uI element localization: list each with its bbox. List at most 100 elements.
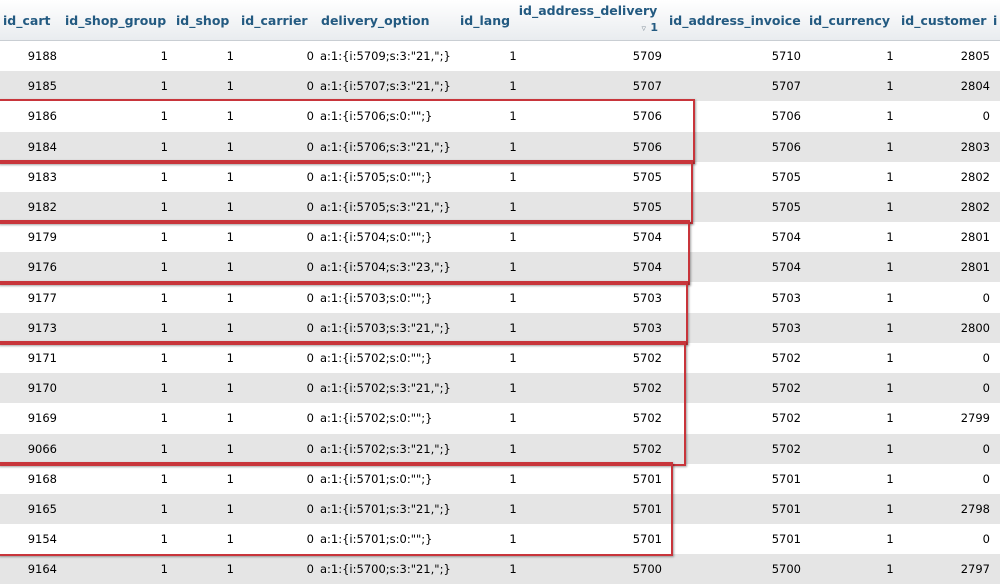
cell-id-address-invoice: 5702 bbox=[771, 351, 801, 365]
cell-id-carrier: 0 bbox=[306, 49, 314, 63]
cell-id-currency: 1 bbox=[886, 381, 894, 396]
cell-id-cart: 9188 bbox=[27, 49, 57, 63]
cell-id-currency: 1 bbox=[886, 441, 894, 456]
cell-id-customer: 2803 bbox=[960, 139, 990, 154]
cell-id-address-invoice: 5703 bbox=[771, 320, 801, 335]
sort-order-number: 1 bbox=[650, 21, 658, 34]
cell-id-address-invoice: 5702 bbox=[771, 381, 801, 396]
cell-id-address-invoice: 5704 bbox=[771, 260, 801, 275]
cell-id-customer: 0 bbox=[982, 471, 990, 486]
cell-id-customer: 0 bbox=[982, 109, 990, 124]
cell-id-address-invoice: 5701 bbox=[771, 502, 801, 516]
cell-id-address-invoice: 5705 bbox=[771, 200, 801, 214]
cell-id-currency: 1 bbox=[886, 532, 894, 547]
cell-id-lang: 1 bbox=[509, 49, 517, 63]
cell-id-customer: 2805 bbox=[960, 49, 990, 63]
cell-id-shop-group: 1 bbox=[160, 562, 168, 577]
cell-id-customer: 0 bbox=[982, 290, 990, 305]
cell-id-carrier: 0 bbox=[306, 79, 314, 94]
cell-id-currency: 1 bbox=[886, 471, 894, 486]
cell-id-address-invoice: 5710 bbox=[771, 49, 801, 63]
cell-id-cart: 9164 bbox=[27, 562, 57, 577]
cell-id-currency: 1 bbox=[886, 351, 894, 365]
cell-id-currency: 1 bbox=[886, 411, 894, 426]
column-header-id-shop-group[interactable]: id_shop_group bbox=[65, 0, 166, 40]
cell-id-address-invoice: 5703 bbox=[771, 290, 801, 305]
cell-id-customer: 2797 bbox=[960, 562, 990, 577]
highlight-box bbox=[0, 159, 693, 225]
cell-id-currency: 1 bbox=[886, 109, 894, 124]
cell-id-address-invoice: 5705 bbox=[771, 169, 801, 184]
cell-id-shop: 1 bbox=[226, 79, 234, 94]
cell-id-currency: 1 bbox=[886, 169, 894, 184]
cell-id-customer: 0 bbox=[982, 351, 990, 365]
cell-id-address-invoice: 5702 bbox=[771, 411, 801, 426]
table-header: id_cart id_shop_group id_shop id_carrier… bbox=[0, 0, 1000, 41]
column-header-next[interactable]: i bbox=[993, 0, 1000, 40]
cell-id-lang: 1 bbox=[509, 79, 517, 94]
cell-id-currency: 1 bbox=[886, 49, 894, 63]
cell-id-address-delivery: 5709 bbox=[632, 49, 662, 63]
cell-id-shop-group: 1 bbox=[160, 79, 168, 94]
column-header-id-cart[interactable]: id_cart bbox=[3, 0, 53, 40]
cell-id-currency: 1 bbox=[886, 320, 894, 335]
cell-id-customer: 2798 bbox=[960, 502, 990, 516]
column-header-id-carrier[interactable]: id_carrier bbox=[241, 0, 311, 40]
cell-id-address-delivery: 5707 bbox=[632, 79, 662, 94]
column-header-id-address-delivery[interactable]: id_address_delivery ▿ 1 bbox=[518, 0, 658, 40]
cell-id-lang: 1 bbox=[509, 562, 517, 577]
cell-id-currency: 1 bbox=[886, 230, 894, 245]
cell-id-address-invoice: 5706 bbox=[771, 109, 801, 124]
column-header-id-lang[interactable]: id_lang bbox=[460, 0, 510, 40]
cell-id-address-delivery: 5700 bbox=[632, 562, 662, 577]
cell-id-address-invoice: 5702 bbox=[771, 441, 801, 456]
cell-id-address-invoice: 5700 bbox=[771, 562, 801, 577]
cell-id-currency: 1 bbox=[886, 139, 894, 154]
cell-id-customer: 2799 bbox=[960, 411, 990, 426]
cell-id-customer: 2800 bbox=[960, 320, 990, 335]
cell-id-address-invoice: 5701 bbox=[771, 532, 801, 547]
cell-id-shop: 1 bbox=[226, 49, 234, 63]
cell-id-carrier: 0 bbox=[306, 562, 314, 577]
column-header-id-shop[interactable]: id_shop bbox=[176, 0, 231, 40]
cell-id-currency: 1 bbox=[886, 200, 894, 214]
cell-id-cart: 9185 bbox=[27, 79, 57, 94]
sort-descending-icon: ▿ bbox=[641, 24, 646, 34]
cell-delivery-option: a:1:{i:5709;s:3:"21,";} bbox=[320, 49, 451, 63]
highlight-box bbox=[0, 341, 686, 466]
cell-id-customer: 0 bbox=[982, 532, 990, 547]
column-header-id-currency[interactable]: id_currency bbox=[809, 0, 890, 40]
cell-id-address-invoice: 5701 bbox=[771, 471, 801, 486]
cell-id-currency: 1 bbox=[886, 79, 894, 94]
cell-id-shop-group: 1 bbox=[160, 49, 168, 63]
cell-id-address-invoice: 5707 bbox=[771, 79, 801, 94]
cell-id-customer: 2801 bbox=[960, 260, 990, 275]
highlight-box bbox=[0, 99, 695, 164]
column-header-delivery-option[interactable]: delivery_option bbox=[321, 0, 431, 40]
table-row[interactable]: 9185 1 1 0 a:1:{i:5707;s:3:"21,";} 1 5707 5707 1… bbox=[0, 71, 1000, 103]
cell-id-currency: 1 bbox=[886, 562, 894, 577]
cell-delivery-option: a:1:{i:5700;s:3:"21,";} bbox=[320, 562, 451, 577]
column-header-id-address-invoice[interactable]: id_address_invoice bbox=[669, 0, 801, 40]
sort-indicator-group: ▿ 1 bbox=[641, 19, 658, 37]
cell-id-customer: 2802 bbox=[960, 200, 990, 214]
cell-id-currency: 1 bbox=[886, 502, 894, 516]
cell-id-currency: 1 bbox=[886, 290, 894, 305]
cell-id-customer: 0 bbox=[982, 381, 990, 396]
highlight-box bbox=[0, 280, 688, 345]
cell-id-customer: 2804 bbox=[960, 79, 990, 94]
cell-id-currency: 1 bbox=[886, 260, 894, 275]
cell-id-address-invoice: 5704 bbox=[771, 230, 801, 245]
cell-id-customer: 0 bbox=[982, 441, 990, 456]
cell-id-address-invoice: 5706 bbox=[771, 139, 801, 154]
column-header-label: id_address_delivery bbox=[518, 3, 658, 18]
cell-id-shop: 1 bbox=[226, 562, 234, 577]
table-row[interactable]: 9164 1 1 0 a:1:{i:5700;s:3:"21,";} 1 5700 5700 1… bbox=[0, 554, 1000, 585]
column-header-id-customer[interactable]: id_customer bbox=[901, 0, 986, 40]
cell-id-customer: 2802 bbox=[960, 169, 990, 184]
highlight-box bbox=[0, 461, 673, 557]
table-row[interactable]: 9188 1 1 0 a:1:{i:5709;s:3:"21,";} 1 5709 5710 1… bbox=[0, 41, 1000, 72]
highlight-box bbox=[0, 220, 690, 285]
cell-delivery-option: a:1:{i:5707;s:3:"21,";} bbox=[320, 79, 451, 94]
cell-id-customer: 2801 bbox=[960, 230, 990, 245]
